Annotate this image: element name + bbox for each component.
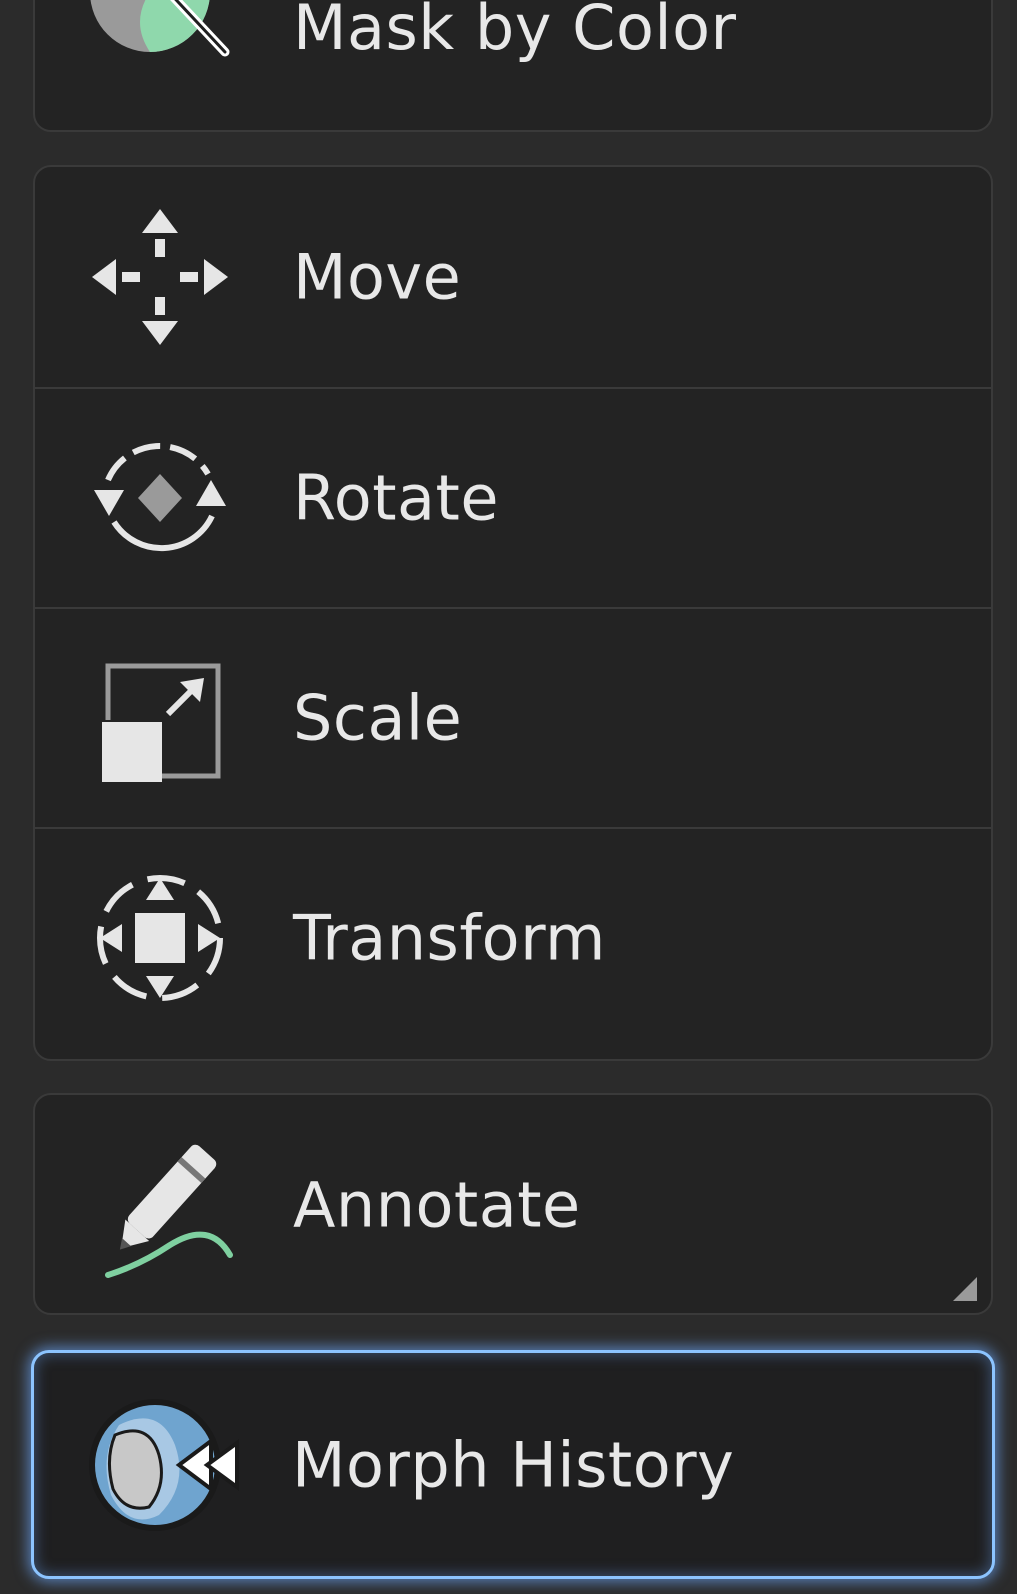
- tool-label: Move: [293, 240, 462, 314]
- tool-mask-by-color[interactable]: Mask by Color: [35, 0, 991, 130]
- morph-history-icon: [79, 1385, 239, 1545]
- submenu-corner-indicator-icon[interactable]: [953, 1277, 977, 1301]
- tool-label: Annotate: [293, 1168, 581, 1242]
- tool-scale[interactable]: Scale: [35, 607, 991, 827]
- tool-move[interactable]: Move: [35, 167, 991, 387]
- tool-group-morph-history: Morph History: [31, 1350, 995, 1579]
- tool-annotate[interactable]: Annotate: [35, 1095, 991, 1313]
- tool-label: Scale: [293, 681, 463, 755]
- tool-group-mask: Mask by Color: [33, 0, 993, 132]
- rotate-icon: [80, 418, 240, 578]
- tool-label: Transform: [293, 901, 606, 975]
- tool-group-transform: Move Rotate Scale Transform: [33, 165, 993, 1061]
- tool-label: Mask by Color: [293, 0, 737, 64]
- transform-icon: [80, 858, 240, 1018]
- tool-transform[interactable]: Transform: [35, 827, 991, 1047]
- magic-wand-color-icon: [80, 0, 240, 72]
- scale-icon: [80, 638, 240, 798]
- tool-label: Rotate: [293, 461, 499, 535]
- move-arrows-icon: [80, 197, 240, 357]
- tool-rotate[interactable]: Rotate: [35, 387, 991, 607]
- tool-label: Morph History: [292, 1428, 735, 1501]
- tool-morph-history[interactable]: Morph History: [34, 1353, 992, 1576]
- tool-panel: Mask by Color Move Rotate Scale Transfor…: [0, 0, 1017, 1594]
- tool-group-annotate: Annotate: [33, 1093, 993, 1315]
- pen-icon: [80, 1125, 240, 1285]
